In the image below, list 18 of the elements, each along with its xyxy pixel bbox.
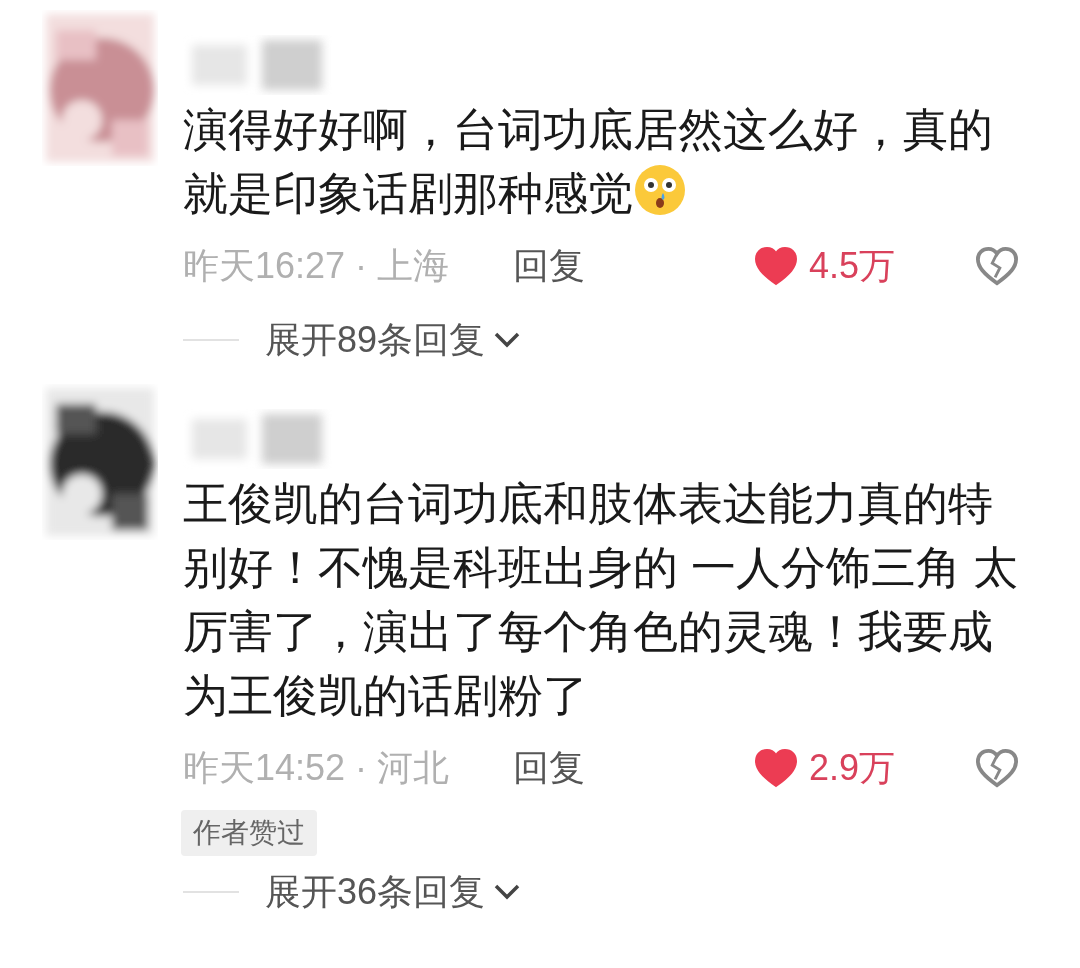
broken-heart-icon[interactable]: [974, 747, 1020, 789]
reply-link[interactable]: 回复: [513, 239, 753, 293]
expand-replies-button[interactable]: 展开36条回复: [265, 865, 522, 919]
author-liked-badge: 作者赞过: [181, 810, 317, 856]
comment-text: 演得好好啊，台词功底居然这么好，真的就是印象话剧那种感觉: [183, 103, 994, 221]
broken-heart-icon[interactable]: [974, 245, 1020, 287]
comment-time-location: 昨天16:27 · 上海: [183, 244, 451, 288]
heart-icon[interactable]: [753, 245, 799, 287]
reply-link[interactable]: 回复: [513, 741, 753, 795]
like-count: 2.9万: [809, 746, 897, 790]
surprised-emoji-icon: [633, 163, 687, 217]
chevron-down-icon: [493, 883, 522, 901]
chevron-down-icon: [493, 331, 522, 349]
heart-icon[interactable]: [753, 747, 799, 789]
comment-time-location: 昨天14:52 · 河北: [183, 746, 451, 790]
like-count: 4.5万: [809, 244, 897, 288]
expand-replies-button[interactable]: 展开89条回复: [265, 313, 522, 367]
comment-text: 王俊凯的台词功底和肢体表达能力真的特别好！不愧是科班出身的 一人分饰三角 太厉害了，演出了每个角色的灵魂！我要成为王俊凯的话剧粉了: [183, 477, 1019, 723]
